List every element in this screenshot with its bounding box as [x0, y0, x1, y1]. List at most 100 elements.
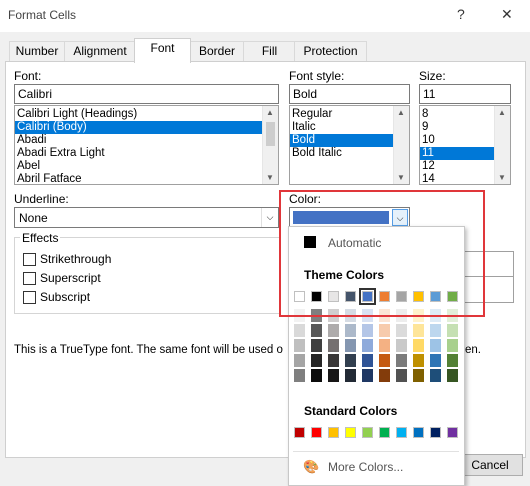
scroll-down-arrow-icon[interactable]: ▼	[266, 173, 274, 182]
list-item[interactable]: Bold	[290, 134, 409, 147]
list-item[interactable]: Bold Italic	[290, 147, 409, 160]
theme-shade-swatch[interactable]	[294, 369, 305, 382]
theme-shade-swatch[interactable]	[413, 339, 424, 352]
size-input[interactable]: 11	[419, 84, 511, 104]
superscript-checkbox[interactable]	[23, 272, 36, 285]
font-input[interactable]: Calibri	[14, 84, 279, 104]
scroll-up-arrow-icon[interactable]: ▲	[498, 108, 506, 117]
palette-icon: 🎨	[303, 459, 320, 474]
size-label: Size:	[419, 69, 446, 83]
theme-shade-swatch[interactable]	[396, 369, 407, 382]
theme-shade-swatch[interactable]	[379, 369, 390, 382]
more-colors-option[interactable]: More Colors...	[328, 460, 403, 474]
theme-shade-swatch[interactable]	[362, 369, 373, 382]
theme-shade-swatch[interactable]	[362, 339, 373, 352]
theme-shade-swatch[interactable]	[311, 354, 322, 367]
theme-shade-swatch[interactable]	[328, 324, 339, 337]
theme-shade-swatch[interactable]	[447, 354, 458, 367]
tab-border[interactable]: Border	[189, 41, 245, 62]
theme-shade-swatch[interactable]	[447, 339, 458, 352]
standard-color-swatch[interactable]	[362, 427, 373, 438]
scroll-up-arrow-icon[interactable]: ▲	[397, 108, 405, 117]
underline-label: Underline:	[14, 192, 69, 206]
tab-fill[interactable]: Fill	[243, 41, 296, 62]
theme-shade-swatch[interactable]	[362, 354, 373, 367]
scroll-down-arrow-icon[interactable]: ▼	[498, 173, 506, 182]
standard-color-swatch[interactable]	[396, 427, 407, 438]
subscript-checkbox[interactable]	[23, 291, 36, 304]
list-item[interactable]: Abadi Extra Light	[15, 147, 278, 160]
list-item[interactable]: Italic	[290, 121, 409, 134]
theme-shade-swatch[interactable]	[328, 339, 339, 352]
theme-shade-swatch[interactable]	[328, 354, 339, 367]
theme-shade-swatch[interactable]	[345, 354, 356, 367]
superscript-label[interactable]: Superscript	[40, 271, 101, 285]
scroll-thumb[interactable]	[266, 122, 275, 146]
scroll-down-arrow-icon[interactable]: ▼	[397, 173, 405, 182]
theme-shade-swatch[interactable]	[447, 369, 458, 382]
theme-shades-grid	[294, 309, 464, 384]
theme-shade-swatch[interactable]	[413, 369, 424, 382]
standard-color-swatch[interactable]	[430, 427, 441, 438]
size-list-scrollbar[interactable]: ▲ ▼	[494, 106, 510, 184]
standard-color-swatch[interactable]	[345, 427, 356, 438]
size-list[interactable]: 8 9 10 11 12 14 ▲ ▼	[419, 105, 511, 185]
close-button[interactable]: ✕	[501, 6, 513, 23]
chevron-down-icon[interactable]: ⌵	[261, 208, 278, 227]
theme-shade-swatch[interactable]	[379, 324, 390, 337]
font-list-scrollbar[interactable]: ▲ ▼	[262, 106, 278, 184]
theme-shade-swatch[interactable]	[311, 339, 322, 352]
font-style-list-scrollbar[interactable]: ▲ ▼	[393, 106, 409, 184]
theme-shade-swatch[interactable]	[379, 339, 390, 352]
theme-shade-swatch[interactable]	[328, 369, 339, 382]
theme-shade-swatch[interactable]	[362, 324, 373, 337]
font-style-input[interactable]: Bold	[289, 84, 410, 104]
theme-shade-swatch[interactable]	[396, 354, 407, 367]
theme-shade-swatch[interactable]	[311, 369, 322, 382]
theme-shade-swatch[interactable]	[430, 324, 441, 337]
list-item[interactable]: Regular	[290, 108, 409, 121]
list-item[interactable]: Abel	[15, 160, 278, 173]
tab-protection[interactable]: Protection	[294, 41, 367, 62]
theme-shade-swatch[interactable]	[345, 324, 356, 337]
theme-shade-swatch[interactable]	[430, 339, 441, 352]
font-list[interactable]: Calibri Light (Headings) Calibri (Body) Ab…	[14, 105, 279, 185]
theme-shade-swatch[interactable]	[345, 339, 356, 352]
scroll-up-arrow-icon[interactable]: ▲	[266, 108, 274, 117]
theme-shade-swatch[interactable]	[396, 324, 407, 337]
standard-color-swatch[interactable]	[447, 427, 458, 438]
theme-shade-swatch[interactable]	[447, 324, 458, 337]
divider	[293, 451, 459, 452]
info-text: This is a TrueType font. The same font w…	[14, 344, 283, 356]
standard-color-swatch[interactable]	[328, 427, 339, 438]
tab-font[interactable]: Font	[134, 38, 191, 63]
list-item[interactable]: Abadi	[15, 134, 278, 147]
underline-dropdown[interactable]: None ⌵	[14, 207, 279, 228]
theme-shade-swatch[interactable]	[430, 369, 441, 382]
help-button[interactable]: ?	[457, 6, 465, 22]
standard-color-swatch[interactable]	[413, 427, 424, 438]
theme-shade-swatch[interactable]	[379, 354, 390, 367]
standard-color-swatch[interactable]	[379, 427, 390, 438]
standard-color-swatch[interactable]	[294, 427, 305, 438]
theme-shade-swatch[interactable]	[396, 339, 407, 352]
list-item[interactable]: Abril Fatface	[15, 173, 278, 184]
strikethrough-checkbox[interactable]	[23, 253, 36, 266]
tab-alignment[interactable]: Alignment	[64, 41, 136, 62]
font-style-list[interactable]: Regular Italic Bold Bold Italic ▲ ▼	[289, 105, 410, 185]
tab-number[interactable]: Number	[9, 41, 65, 62]
theme-shade-swatch[interactable]	[413, 354, 424, 367]
theme-shade-swatch[interactable]	[430, 354, 441, 367]
strikethrough-label[interactable]: Strikethrough	[40, 252, 111, 266]
subscript-label[interactable]: Subscript	[40, 290, 90, 304]
theme-shade-swatch[interactable]	[413, 324, 424, 337]
theme-shade-swatch[interactable]	[294, 339, 305, 352]
standard-color-swatch[interactable]	[311, 427, 322, 438]
list-item[interactable]: Calibri Light (Headings)	[15, 108, 278, 121]
theme-shade-swatch[interactable]	[294, 324, 305, 337]
theme-shade-swatch[interactable]	[345, 369, 356, 382]
theme-shade-swatch[interactable]	[294, 354, 305, 367]
theme-shade-swatch[interactable]	[311, 324, 322, 337]
cancel-button[interactable]: Cancel	[457, 454, 523, 476]
list-item[interactable]: Calibri (Body)	[15, 121, 278, 134]
